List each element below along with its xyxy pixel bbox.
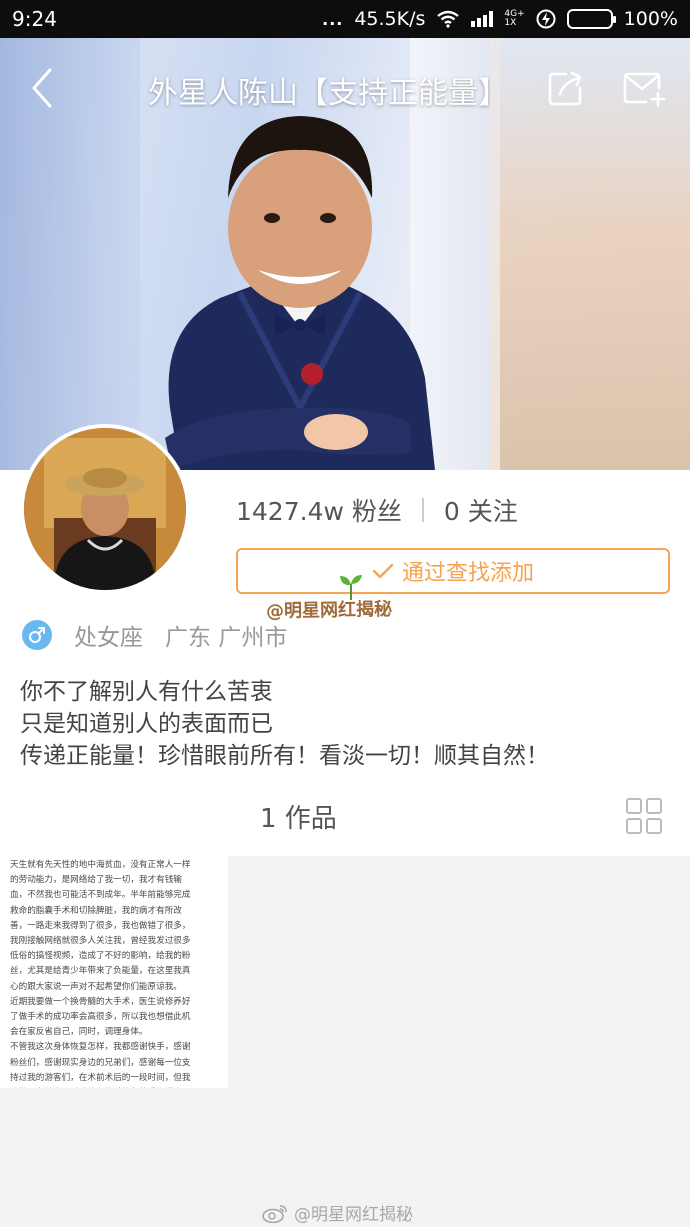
- share-button[interactable]: [546, 68, 586, 108]
- work-thumbnail-line: 粉丝们，感谢现实身边的兄弟们，感谢每一位支: [10, 1057, 191, 1068]
- page-title: 外星人陈山【支持正能量】: [148, 76, 508, 111]
- works-header: 1 作品: [0, 786, 690, 846]
- back-button[interactable]: [22, 66, 66, 110]
- work-thumbnail-line: 低俗的搞怪视频，造成了不好的影响，给我的粉: [10, 951, 191, 962]
- works-grid: 天生就有先天性的地中海贫血，没有正常人一样 的劳动能力，是网络给了我一切，我才有钱…: [0, 856, 690, 1227]
- more-dots-icon: ...: [322, 9, 344, 29]
- province-label: 广东: [165, 625, 211, 651]
- fans-label: 粉丝: [351, 497, 402, 526]
- zodiac-label: 处女座: [74, 625, 143, 651]
- charging-icon: [536, 9, 556, 29]
- stats-row: 1427.4w 粉丝 0 关注: [236, 492, 518, 528]
- follow-status-label: 通过查找添加: [401, 561, 534, 586]
- share-icon: [548, 71, 582, 106]
- signal-icon: [471, 11, 494, 27]
- following-count: 0: [443, 497, 460, 526]
- net-type-bottom: 1X: [504, 18, 517, 28]
- following-stat[interactable]: 0 关注: [444, 492, 518, 528]
- battery-percent: 100%: [623, 8, 678, 30]
- work-thumbnail-line: 善，一路走来我得到了很多，我也做错了很多，: [10, 920, 191, 931]
- work-thumbnail-line: 会做一名游客，默默的在快手的角落看你们直: [10, 1086, 218, 1088]
- work-thumbnail-line: 天生就有先天性的地中海贫血，没有正常人一样: [10, 860, 191, 870]
- network-speed: 45.5K/s: [354, 8, 426, 30]
- work-thumbnail-line: 的劳动能力，是网络给了我一切，我才有钱输: [10, 875, 182, 886]
- work-thumbnail-line: 近期我要做一个换骨髓的大手术，医生说修养好: [10, 996, 191, 1007]
- work-thumbnail-line: 救命的脂囊手术和切除脾脏，我的病才有所改: [10, 905, 182, 916]
- follow-status-button[interactable]: 通过查找添加: [236, 548, 670, 594]
- status-time: 9:24: [12, 7, 57, 31]
- fans-stat[interactable]: 1427.4w 粉丝: [236, 492, 402, 528]
- network-type: 4G+ 1X: [504, 10, 524, 28]
- mail-add-icon: [623, 72, 666, 107]
- work-thumbnail-line: 不管我这次身体恢复怎样，我都感谢快手，感谢: [10, 1042, 191, 1053]
- work-thumbnail-line: 心的跟大家说一声对不起希望你们能原谅我。: [10, 981, 182, 992]
- fans-count: 1427.4w: [236, 497, 344, 526]
- stats-divider: [421, 498, 424, 522]
- city-label: 广州市: [218, 625, 288, 651]
- works-count-label: 1 作品: [260, 804, 337, 834]
- battery-icon: [566, 9, 616, 29]
- avatar[interactable]: [20, 424, 190, 594]
- work-thumbnail-line: 丝，尤其是给青少年带来了负能量，在这里我真: [10, 966, 191, 977]
- footer-watermark: @明星网红揭秘: [262, 1200, 413, 1225]
- message-button[interactable]: [622, 70, 666, 108]
- top-bar: 外星人陈山【支持正能量】: [0, 38, 690, 138]
- work-thumbnail-line: 会在家反省自己，同时，调理身体。: [10, 1027, 148, 1038]
- wifi-icon: [437, 10, 460, 28]
- footer-watermark-text: @明星网红揭秘: [294, 1205, 413, 1225]
- checkmark-icon: [372, 563, 394, 579]
- work-thumbnail[interactable]: 天生就有先天性的地中海贫血，没有正常人一样 的劳动能力，是网络给了我一切，我才有钱…: [0, 856, 228, 1088]
- following-label: 关注: [467, 497, 518, 526]
- status-bar: 9:24 ... 45.5K/s 4G+ 1X 100%: [0, 0, 690, 38]
- male-gender-icon: [22, 620, 52, 650]
- bio-text: 你不了解别人有什么苦衷 只是知道别人的表面而已 传递正能量！珍惜眼前所有！看淡一…: [20, 676, 549, 772]
- bio-line: 你不了解别人有什么苦衷: [20, 679, 273, 705]
- work-thumbnail-line: 持过我的游客们，在术前术后的一段时间，但我: [10, 1072, 191, 1083]
- grid-view-icon[interactable]: [626, 798, 662, 834]
- avatar-photo: [24, 428, 186, 590]
- location-label: 广东 广州市: [165, 618, 287, 652]
- bio-line: 只是知道别人的表面而已: [20, 711, 273, 737]
- profile-info-row: 处女座 广东 广州市: [22, 618, 287, 652]
- weibo-icon: [262, 1204, 287, 1223]
- work-thumbnail-line: 我刚接触网络就很多人关注我，曾经我发过很多: [10, 936, 191, 947]
- bio-line: 传递正能量！珍惜眼前所有！看淡一切！顺其自然！: [20, 743, 549, 769]
- work-thumbnail-line: 了做手术的成功率会高很多，所以我也想借此机: [10, 1012, 191, 1023]
- work-thumbnail-line: 血，不然我也可能活不到成年。半年前能够完成: [10, 890, 191, 901]
- chevron-left-icon: [32, 68, 52, 108]
